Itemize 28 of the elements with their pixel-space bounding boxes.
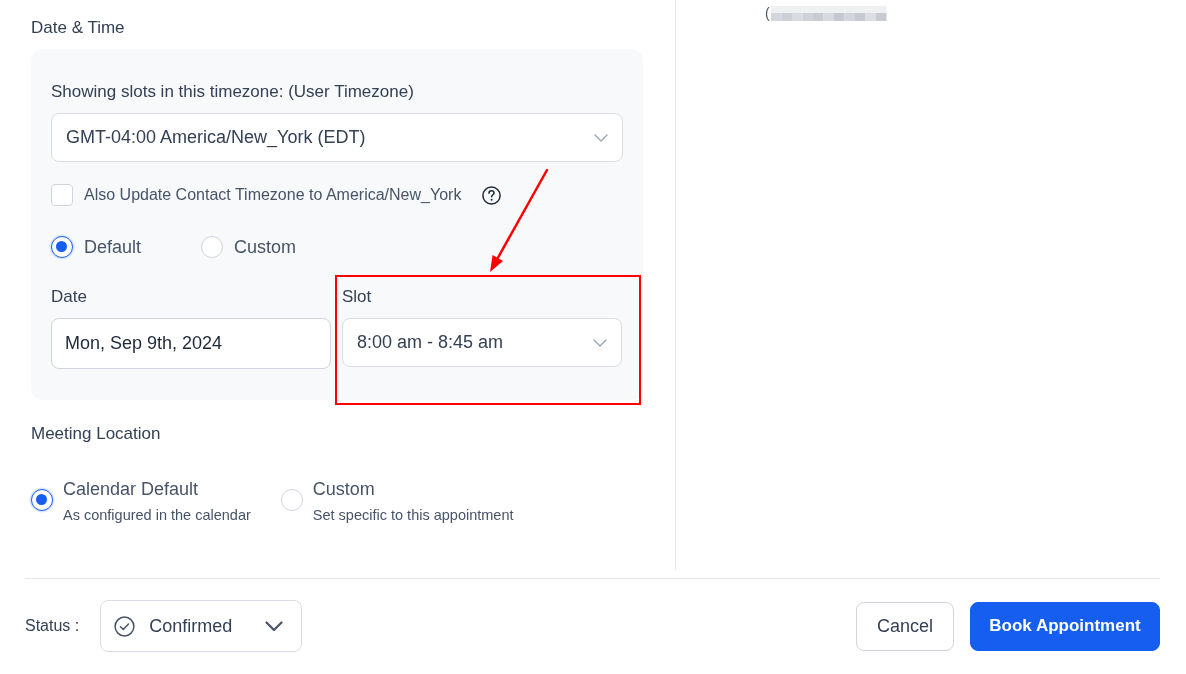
- help-icon: [482, 185, 502, 205]
- radio-label: Custom: [312, 478, 375, 501]
- checkbox-label: Also Update Contact Timezone to America/New_York: [84, 185, 462, 205]
- partial-text: (: [765, 4, 770, 22]
- radio-label: Calendar Default: [63, 478, 199, 501]
- section-heading: Date & Time: [31, 17, 125, 39]
- option-description: Set specific to this appointment: [312, 506, 514, 524]
- radio-label: Custom: [234, 236, 297, 259]
- radio-button[interactable]: [51, 236, 73, 258]
- date-field[interactable]: Mon, Sep 9th, 2024: [51, 318, 331, 369]
- book-appointment-button[interactable]: Book Appointment: [970, 601, 1160, 651]
- chevron-down-icon: [594, 133, 608, 142]
- cancel-button[interactable]: Cancel: [856, 601, 954, 651]
- radio-button[interactable]: [31, 489, 53, 511]
- field-label: Showing slots in this timezone: (User Timezone): [51, 81, 414, 103]
- option-description: As configured in the calendar: [63, 506, 251, 524]
- status-label: Status :: [25, 616, 80, 636]
- checkbox[interactable]: [51, 184, 73, 206]
- section-heading: Meeting Location: [31, 423, 161, 445]
- check-circle-icon: [114, 615, 136, 637]
- timezone-select[interactable]: GMT-04:00 America/New_York (EDT): [51, 113, 623, 162]
- radio-label: Default: [84, 236, 142, 259]
- status-dropdown[interactable]: Confirmed: [100, 600, 303, 652]
- slot-select[interactable]: 8:00 am - 8:45 am: [342, 318, 622, 367]
- chevron-down-icon: [265, 620, 284, 632]
- field-label: Slot: [342, 286, 372, 308]
- chevron-down-icon: [593, 338, 607, 347]
- field-label: Date: [51, 286, 87, 308]
